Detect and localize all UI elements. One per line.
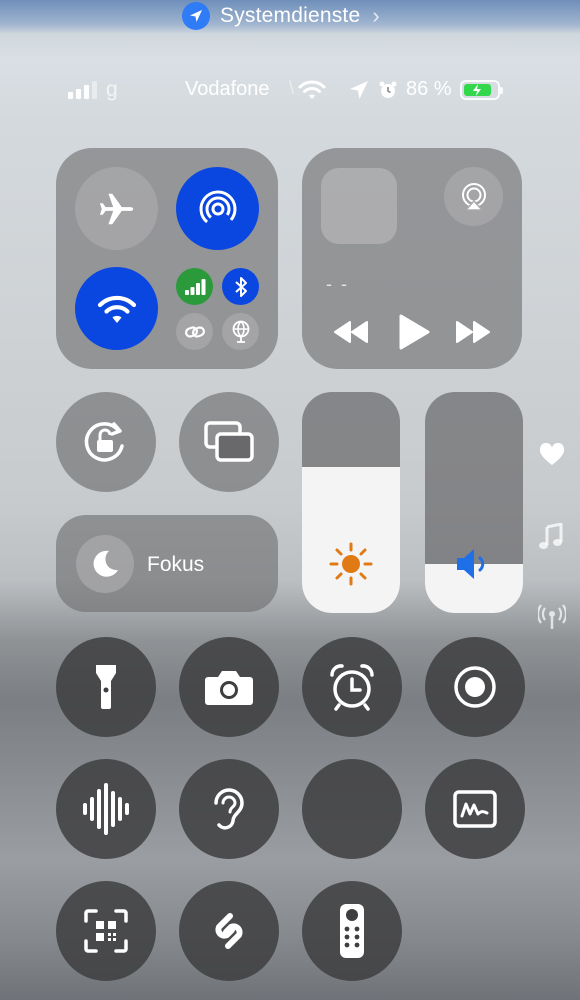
globe-icon bbox=[232, 320, 249, 343]
screen-mirroring-icon bbox=[204, 421, 254, 462]
artwork-placeholder bbox=[321, 168, 397, 244]
wifi-button[interactable] bbox=[75, 267, 158, 350]
music-note-icon bbox=[539, 523, 563, 549]
apple-tv-remote-button[interactable] bbox=[302, 881, 402, 981]
qr-code-scanner-button[interactable] bbox=[56, 881, 156, 981]
qr-code-icon bbox=[84, 909, 128, 953]
rewind-icon[interactable] bbox=[334, 320, 368, 344]
apple-tv-remote-icon bbox=[340, 904, 364, 958]
voice-memo-icon bbox=[83, 783, 129, 835]
status-bar: g Vodafone \ 86 % bbox=[0, 76, 580, 106]
flashlight-icon bbox=[96, 665, 116, 709]
media-title: - - bbox=[326, 274, 349, 294]
airdrop-icon bbox=[199, 190, 236, 227]
shazam-icon bbox=[215, 913, 243, 949]
hearing-icon bbox=[214, 788, 244, 830]
airplay-icon bbox=[461, 182, 486, 211]
airplay-button[interactable] bbox=[444, 167, 503, 226]
empty-control[interactable] bbox=[302, 759, 402, 859]
bluetooth-icon bbox=[234, 276, 247, 297]
camera-icon bbox=[205, 671, 253, 705]
notes-button[interactable] bbox=[425, 759, 525, 859]
camera-button[interactable] bbox=[179, 637, 279, 737]
flashlight-button[interactable] bbox=[56, 637, 156, 737]
carrier-name: Vodafone bbox=[185, 78, 270, 100]
airplane-icon bbox=[99, 193, 133, 224]
fast-forward-icon[interactable] bbox=[456, 320, 490, 344]
orientation-lock-icon bbox=[84, 422, 124, 462]
play-icon[interactable] bbox=[398, 314, 430, 350]
notes-icon bbox=[453, 790, 497, 828]
wifi-icon bbox=[298, 80, 326, 99]
carrier-separator: \ bbox=[289, 78, 295, 98]
hearing-button[interactable] bbox=[179, 759, 279, 859]
location-arrow-icon bbox=[182, 2, 210, 30]
speaker-icon bbox=[457, 549, 485, 579]
alarm-icon bbox=[379, 81, 397, 98]
personal-hotspot-button[interactable] bbox=[176, 313, 213, 350]
cellular-signal-icon bbox=[68, 81, 97, 99]
screen-record-icon bbox=[454, 666, 496, 708]
vpn-button[interactable] bbox=[222, 313, 259, 350]
wifi-icon bbox=[97, 295, 136, 323]
link-icon bbox=[184, 325, 205, 338]
focus-label: Fokus bbox=[147, 553, 205, 576]
signal-suffix: g bbox=[106, 78, 118, 101]
sun-icon bbox=[329, 542, 373, 586]
location-icon bbox=[350, 80, 368, 99]
airdrop-button[interactable] bbox=[176, 167, 259, 250]
focus-moon-circle bbox=[76, 535, 134, 593]
shazam-button[interactable] bbox=[179, 881, 279, 981]
battery-charging-icon bbox=[459, 79, 503, 100]
system-services-label: Systemdienste bbox=[220, 4, 361, 27]
bluetooth-button[interactable] bbox=[222, 268, 259, 305]
screen-mirroring-button[interactable] bbox=[179, 392, 279, 492]
antenna-icon bbox=[538, 604, 566, 629]
screen-record-button[interactable] bbox=[425, 637, 525, 737]
alarm-clock-icon bbox=[330, 664, 374, 711]
chevron-right-icon: › bbox=[372, 3, 380, 28]
airplane-mode-button[interactable] bbox=[75, 167, 158, 250]
alarm-clock-button[interactable] bbox=[302, 637, 402, 737]
heart-icon bbox=[539, 443, 565, 465]
orientation-lock-button[interactable] bbox=[56, 392, 156, 492]
moon-icon bbox=[93, 550, 118, 577]
cellular-icon bbox=[184, 278, 205, 295]
system-services-indicator[interactable]: Systemdienste › bbox=[182, 2, 380, 30]
cellular-data-button[interactable] bbox=[176, 268, 213, 305]
volume-slider[interactable] bbox=[425, 392, 523, 613]
brightness-slider[interactable] bbox=[302, 392, 400, 613]
battery-percent: 86 % bbox=[406, 78, 452, 100]
voice-memo-button[interactable] bbox=[56, 759, 156, 859]
